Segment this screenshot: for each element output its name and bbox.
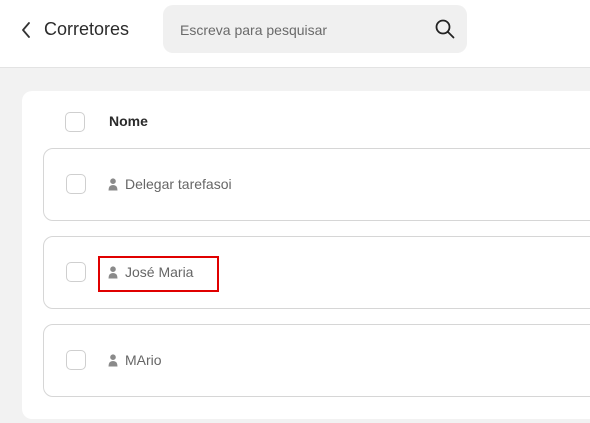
- search-input[interactable]: [178, 17, 422, 43]
- top-bar: Corretores: [0, 0, 590, 68]
- person-icon: [108, 354, 118, 367]
- row-checkbox[interactable]: [66, 262, 86, 282]
- row-name: MArio: [125, 352, 162, 368]
- table-row[interactable]: Delegar tarefasoi: [43, 148, 590, 221]
- row-name: José Maria: [125, 264, 194, 280]
- chevron-left-icon: [22, 22, 30, 38]
- search-bar: [163, 5, 467, 53]
- page-title: Corretores: [44, 19, 130, 39]
- table-row[interactable]: MArio: [43, 324, 590, 397]
- search-icon[interactable]: [434, 18, 456, 40]
- row-checkbox[interactable]: [66, 174, 86, 194]
- brokers-list-card: Nome Delegar tarefasoi José Maria MArio: [22, 91, 590, 419]
- row-checkbox[interactable]: [66, 350, 86, 370]
- table-row[interactable]: José Maria: [43, 236, 590, 309]
- person-icon: [108, 178, 118, 191]
- select-all-checkbox[interactable]: [65, 112, 85, 132]
- person-icon: [108, 266, 118, 279]
- row-name: Delegar tarefasoi: [125, 176, 232, 192]
- column-header-name: Nome: [109, 113, 148, 129]
- back-button[interactable]: [16, 19, 36, 41]
